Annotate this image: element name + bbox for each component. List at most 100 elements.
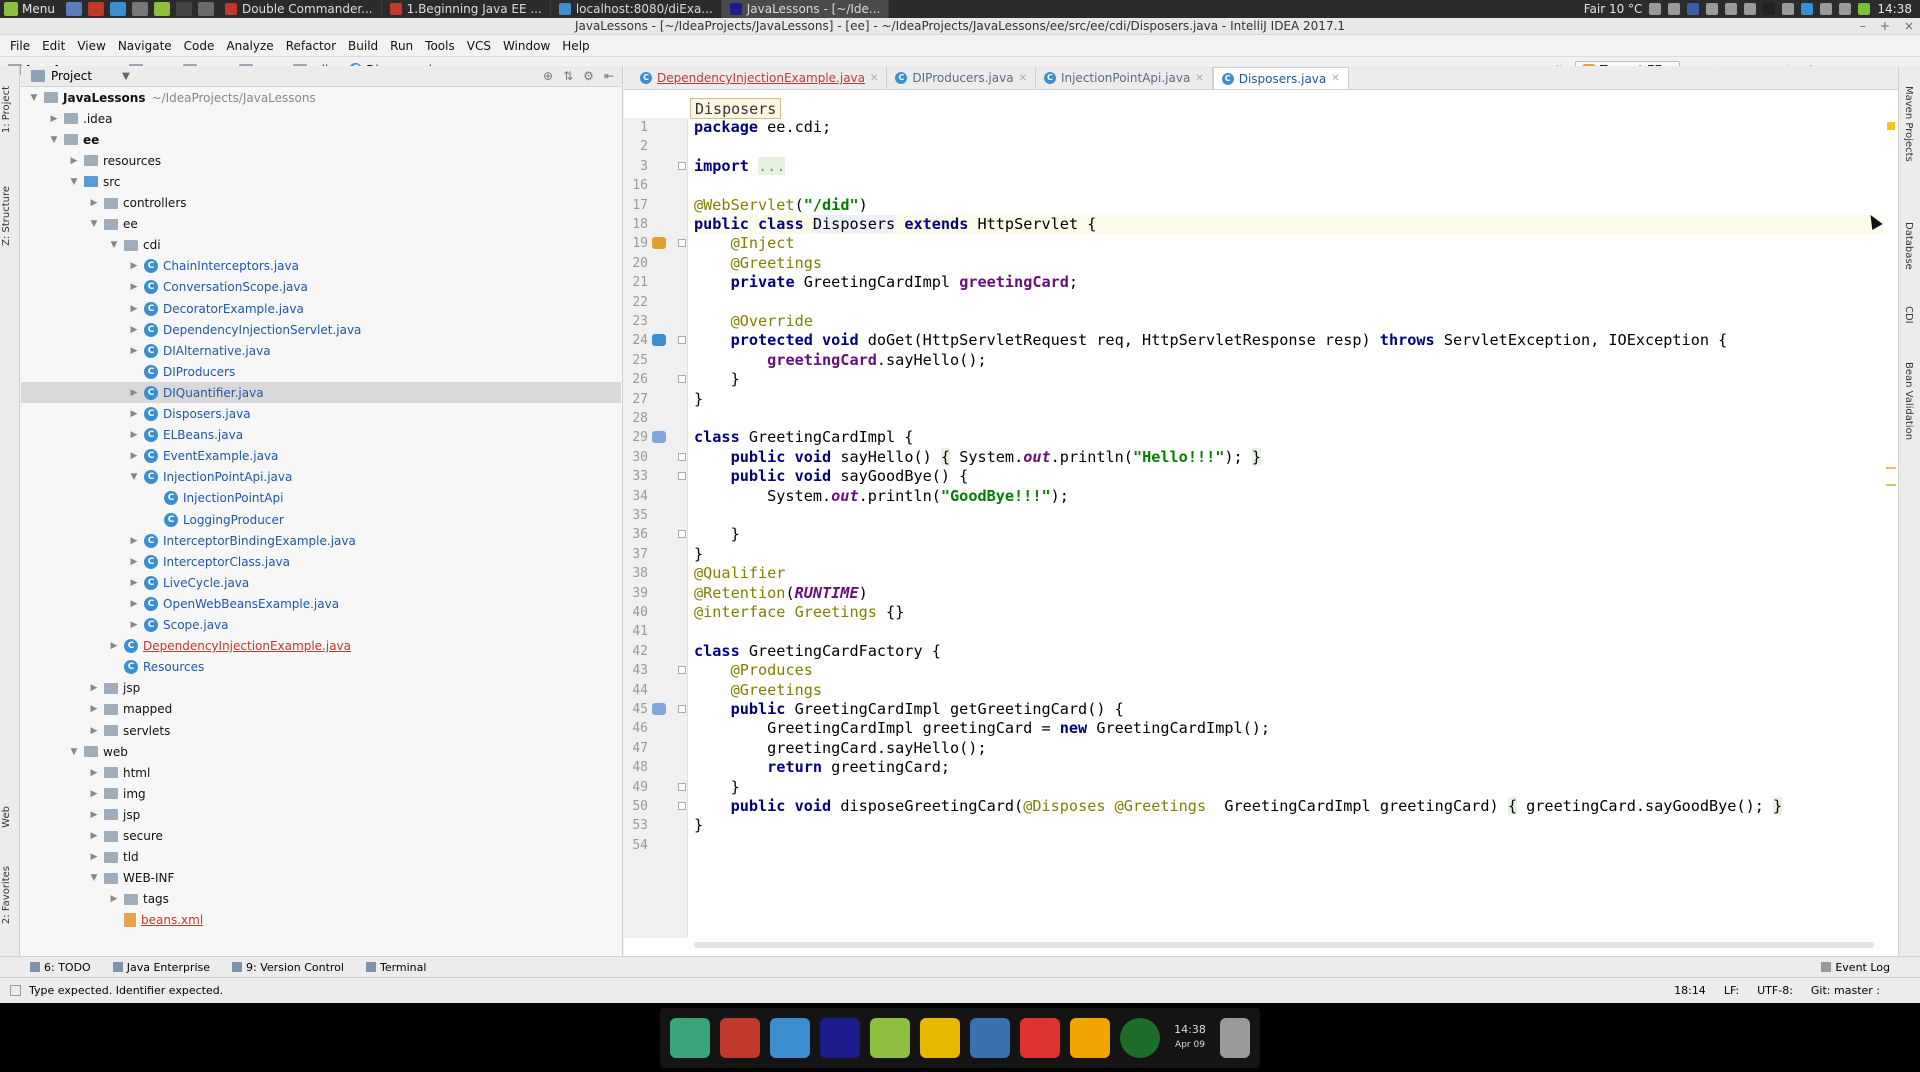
tree-item[interactable]: ▶ C EventExample.java — [21, 446, 621, 467]
code-line[interactable]: protected void doGet(HttpServletRequest … — [694, 331, 1884, 350]
menu-file[interactable]: File — [4, 39, 36, 53]
fold-icon[interactable] — [678, 802, 686, 810]
wifi-icon[interactable] — [1706, 3, 1719, 15]
collapsed-arrow-icon[interactable]: ▶ — [87, 831, 101, 841]
tree-item[interactable]: ▶ C DecoratorExample.java — [21, 298, 621, 319]
expanded-arrow-icon[interactable]: ▼ — [27, 93, 41, 103]
tree-item[interactable]: C DIProducers — [21, 361, 621, 382]
collapsed-arrow-icon[interactable]: ▶ — [127, 388, 141, 398]
code-line[interactable]: public void sayGoodBye() { — [694, 467, 1884, 486]
collapsed-arrow-icon[interactable]: ▶ — [87, 810, 101, 820]
tree-item[interactable]: ▶ tags — [21, 889, 621, 910]
fold-icon[interactable] — [678, 239, 686, 248]
fold-icon[interactable] — [678, 666, 686, 675]
close-tab-icon[interactable]: ✕ — [1019, 73, 1027, 84]
intellij-icon[interactable] — [820, 1017, 860, 1058]
file-manager-icon[interactable] — [920, 1017, 960, 1058]
tree-item[interactable]: ▶ C LiveCycle.java — [21, 572, 621, 593]
code-line[interactable]: private GreetingCardImpl greetingCard; — [694, 273, 1884, 292]
collapsed-arrow-icon[interactable]: ▶ — [87, 198, 101, 208]
tree-item[interactable]: ▶ html — [21, 762, 621, 783]
menu-window[interactable]: Window — [497, 39, 556, 53]
editor-tab[interactable]: C InjectionPointApi.java ✕ — [1036, 67, 1213, 89]
menu-tools[interactable]: Tools — [419, 39, 461, 53]
collapsed-arrow-icon[interactable]: ▶ — [127, 282, 141, 292]
code-line[interactable]: return greetingCard; — [694, 758, 1884, 777]
tool-tab-cdi[interactable]: CDI — [1903, 306, 1914, 324]
fold-icon[interactable] — [678, 336, 686, 345]
collapsed-arrow-icon[interactable]: ▶ — [127, 304, 141, 314]
tool-tab-project[interactable]: 1: Project — [1, 86, 12, 133]
code-line[interactable]: @Greetings — [694, 254, 1884, 273]
dropbox-icon[interactable] — [1782, 3, 1795, 15]
collapsed-arrow-icon[interactable]: ▶ — [67, 156, 81, 166]
caret-position[interactable]: 18:14 — [1674, 984, 1706, 997]
editor-tab[interactable]: C Disposers.java ✕ — [1212, 67, 1349, 89]
tree-item[interactable]: ▶ C ChainInterceptors.java — [21, 256, 621, 277]
collapse-all-icon[interactable]: ⇅ — [563, 69, 573, 83]
tree-item[interactable]: ▼ ee — [21, 214, 621, 235]
clipboard-icon[interactable] — [1668, 3, 1681, 15]
code-line[interactable]: greetingCard.sayHello(); — [694, 351, 1884, 370]
taskbar-window-1[interactable]: 1.Beginning Java EE ... — [382, 0, 551, 18]
gear-icon[interactable]: ⚙ — [583, 69, 594, 83]
media-player-icon[interactable] — [970, 1017, 1010, 1058]
tree-item[interactable]: ▶ C Disposers.java — [21, 404, 621, 425]
spiral-app-icon[interactable] — [870, 1017, 910, 1058]
code-line[interactable]: } — [694, 390, 1884, 409]
tool-window-java-enterprise[interactable]: Java Enterprise — [112, 961, 210, 974]
tree-item[interactable]: ▼ src — [21, 171, 621, 192]
menu-navigate[interactable]: Navigate — [112, 39, 178, 53]
tree-item[interactable]: C Resources — [21, 657, 621, 678]
expanded-arrow-icon[interactable]: ▼ — [47, 135, 61, 145]
tree-item[interactable]: ▼ JavaLessons ~/IdeaProjects/JavaLessons — [21, 87, 621, 108]
code-line[interactable]: @Produces — [694, 661, 1884, 680]
taskbar-window-3[interactable]: JavaLessons - [~/Ide... — [721, 0, 890, 18]
code-line[interactable]: } — [694, 545, 1884, 564]
battery-icon[interactable] — [1744, 3, 1757, 15]
menu-code[interactable]: Code — [178, 39, 221, 53]
code-line[interactable]: GreetingCardImpl greetingCard = new Gree… — [694, 719, 1884, 738]
code-line[interactable]: } — [694, 778, 1884, 797]
code-line[interactable]: System.out.println("GoodBye!!!"); — [694, 487, 1884, 506]
code-line[interactable]: @Override — [694, 312, 1884, 331]
code-line[interactable]: public void disposeGreetingCard(@Dispose… — [694, 797, 1884, 816]
keyboard-layout-icon[interactable] — [1687, 3, 1700, 15]
tool-tab-bean-validation[interactable]: Bean Validation — [1903, 362, 1914, 440]
tree-item[interactable]: ▼ C InjectionPointApi.java — [21, 467, 621, 488]
expanded-arrow-icon[interactable]: ▼ — [87, 873, 101, 883]
tree-item[interactable]: ▶ jsp — [21, 804, 621, 825]
collapsed-arrow-icon[interactable]: ▶ — [87, 768, 101, 778]
tool-tab-structure[interactable]: Z: Structure — [1, 186, 12, 246]
close-tab-icon[interactable]: ✕ — [1331, 73, 1339, 84]
chrome-launcher-icon[interactable] — [109, 2, 126, 16]
bean-injection-icon[interactable] — [652, 237, 666, 250]
system-monitor-icon[interactable] — [1020, 1017, 1060, 1058]
double-commander-icon[interactable] — [720, 1017, 760, 1058]
code-line[interactable]: public class Disposers extends HttpServl… — [694, 215, 1884, 234]
tool-window-terminal[interactable]: Terminal — [365, 961, 426, 974]
radar-app-icon[interactable] — [1120, 1017, 1160, 1058]
tree-item[interactable]: ▶ C Scope.java — [21, 615, 621, 636]
file-encoding[interactable]: UTF-8: — [1757, 984, 1793, 997]
close-tab-icon[interactable]: ✕ — [1195, 73, 1203, 84]
tree-item[interactable]: ▶ C DIQuantifier.java — [21, 382, 621, 404]
code-line[interactable]: greetingCard.sayHello(); — [694, 739, 1884, 758]
tree-item[interactable]: ▶ servlets — [21, 720, 621, 741]
warning-mark[interactable] — [1886, 484, 1896, 486]
implementation-marker-icon[interactable] — [652, 703, 666, 715]
code-line[interactable]: } — [694, 525, 1884, 544]
tree-item[interactable]: ▶ C DependencyInjectionServlet.java — [21, 319, 621, 340]
tool-tab-maven[interactable]: Maven Projects — [1903, 86, 1914, 162]
collapsed-arrow-icon[interactable]: ▶ — [87, 852, 101, 862]
tree-item[interactable]: beans.xml — [21, 910, 621, 931]
code-line[interactable]: @Inject — [694, 234, 1884, 253]
toggle-tool-windows-icon[interactable] — [10, 985, 21, 996]
chrome-icon[interactable] — [770, 1017, 810, 1058]
implementation-marker-icon[interactable] — [652, 431, 666, 444]
expanded-arrow-icon[interactable]: ▼ — [67, 747, 81, 757]
menu-help[interactable]: Help — [556, 39, 595, 53]
volume-icon[interactable] — [1725, 3, 1738, 15]
tree-item[interactable]: ▶ jsp — [21, 678, 621, 699]
tree-item[interactable]: ▼ cdi — [21, 235, 621, 256]
